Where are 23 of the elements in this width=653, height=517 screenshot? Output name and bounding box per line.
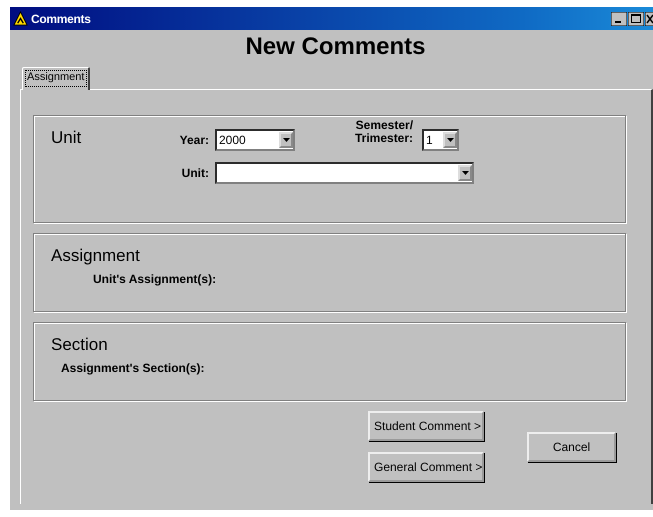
window-title: Comments <box>31 12 91 26</box>
field-label: Assignment's Section(s): <box>60 361 206 375</box>
comment-button[interactable]: Student Comment > <box>368 411 484 441</box>
field-label: Semester/ Trimester: <box>355 119 414 145</box>
unit-dropdown[interactable] <box>215 162 474 184</box>
tab[interactable]: Assignment <box>22 67 90 90</box>
semester-dropdown[interactable]: 1 <box>422 129 460 151</box>
dropdown-arrow-icon <box>282 138 290 142</box>
cancel-button[interactable]: Cancel <box>527 432 616 462</box>
group-title: Assignment <box>50 245 141 266</box>
comment-button[interactable]: General Comment > <box>368 452 484 482</box>
close-icon[interactable] <box>645 12 653 26</box>
warning-icon <box>13 11 28 26</box>
group-title: Unit <box>50 127 82 148</box>
year-dropdown[interactable]: 2000 <box>215 129 295 151</box>
minimize-icon[interactable] <box>611 12 627 26</box>
dialog-heading: New Comments <box>245 33 426 61</box>
field-label: Year: <box>178 133 209 147</box>
field-label: Unit's Assignment(s): <box>92 272 218 286</box>
dropdown-arrow-icon <box>446 138 454 142</box>
dropdown-arrow-icon <box>462 171 468 175</box>
group-title: Section <box>50 334 109 355</box>
field-label: Unit: <box>180 166 209 180</box>
